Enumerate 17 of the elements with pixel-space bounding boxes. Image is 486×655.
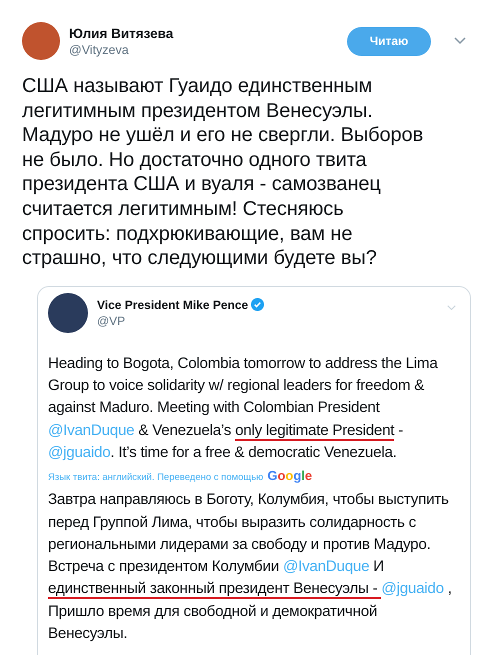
mention-link[interactable]: @jguaido xyxy=(381,580,444,598)
chevron-icon[interactable] xyxy=(454,37,466,45)
avatar[interactable] xyxy=(48,292,88,333)
translator-logo: Google xyxy=(267,468,312,484)
quoted-tweet-card[interactable] xyxy=(37,286,471,655)
quoted-tweet-text: Heading to Bogota, Colombia tomorrow to address the Lima Group to voice solidarity w/ regional leaders for freedom & against Maduro. Meeting with Colombian President @IvanDuque & Venezuela’s only legitimate President - @jguaido. It’s time for a free & democratic Venezuela. xyxy=(48,354,439,463)
translation-note: Язык твита: английский. Переведено с помощью xyxy=(48,472,264,484)
author-name[interactable]: Vice President Mike Pence xyxy=(97,298,248,312)
mention-link[interactable]: @jguaido xyxy=(48,444,110,461)
translated-text: Завтра направляюсь в Боготу, Колумбия, чтобы выступить перед Группой Лима, чтобы выразить солидарность с региональными лидерами за свободу и против Мадуро. Встреча с президентом Колумбии @IvanDuque И единственный законный президент Венесуэлы - @jguaido , Пришло время для свободной и демократичной Венесуэлы. xyxy=(48,490,453,644)
follow-button[interactable]: Читаю xyxy=(347,26,431,56)
mention-link[interactable]: @IvanDuque xyxy=(48,422,134,439)
author-name[interactable]: Юлия Витязева xyxy=(69,26,338,40)
tweet-text: США называют Гуаидо единственным легитимным президентом Венесуэлы. Мадуро не ушёл и его не свергли. Выборов не было. Но достаточно одного твита президента США и вуаля - самозванец считается легитимным! Стесняюсь спросить: подхрюкивающие, вам не страшно, что следующими будете вы? xyxy=(22,74,424,271)
author-handle: @Vityzeva xyxy=(69,42,130,56)
mention-link[interactable]: @IvanDuque xyxy=(282,558,370,576)
author-handle: @VP xyxy=(97,314,126,328)
